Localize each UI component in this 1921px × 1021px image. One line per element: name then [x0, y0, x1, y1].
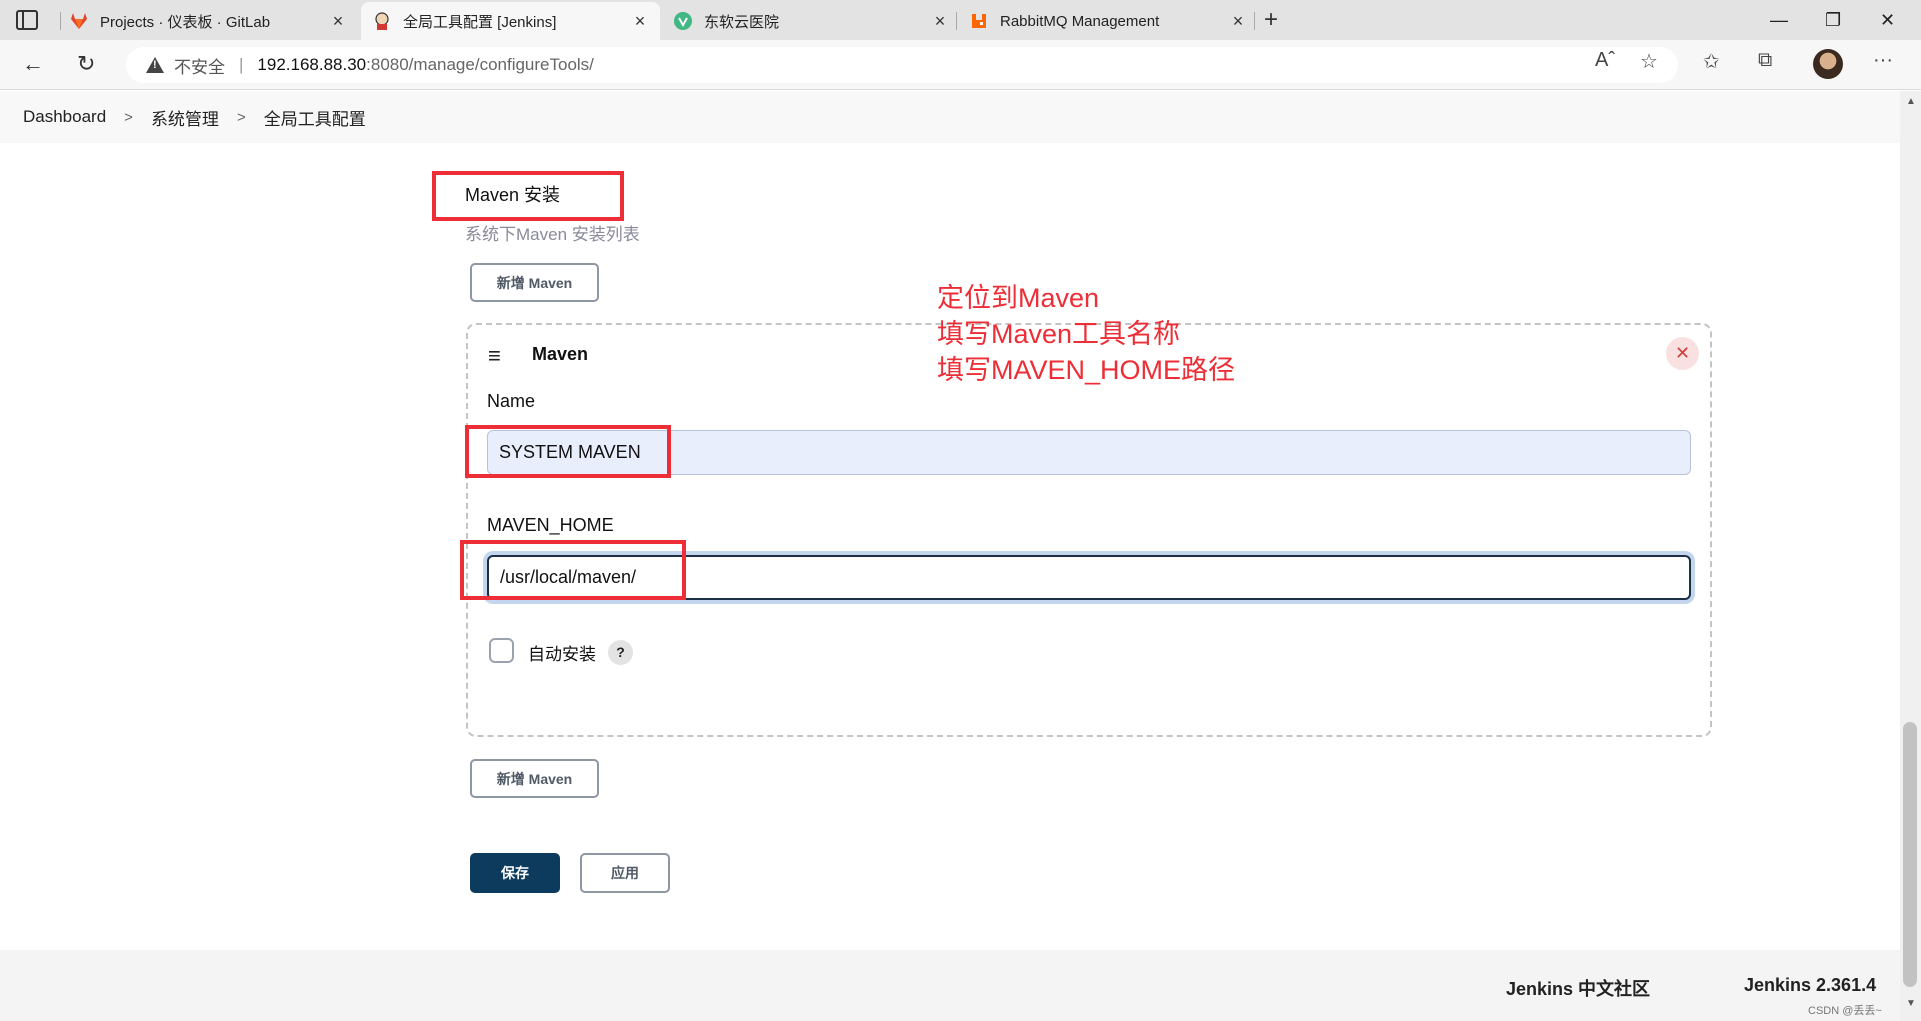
close-tab-icon[interactable]: × [632, 11, 648, 32]
annotation-text-line: 填写MAVEN_HOME路径 [937, 355, 1236, 385]
save-button[interactable]: 保存 [470, 853, 560, 893]
url-path: :8080/manage/configureTools/ [366, 55, 594, 74]
address-bar: ← ↻ 不安全 | 192.168.88.30:8080/manage/conf… [0, 40, 1921, 90]
tab-separator [956, 12, 957, 30]
annotation-box-name [465, 425, 671, 478]
gitlab-fox-icon [70, 12, 88, 30]
annotation-box-title [432, 171, 624, 221]
drag-handle-icon[interactable]: ≡ [488, 345, 501, 367]
more-options-icon[interactable]: ··· [1873, 49, 1893, 72]
add-maven-button-bottom[interactable]: 新增 Maven [470, 759, 599, 798]
help-icon[interactable]: ? [608, 640, 633, 665]
maven-home-label: MAVEN_HOME [487, 515, 614, 535]
chevron-right-icon: > [236, 108, 246, 126]
watermark: CSDN @丢丢~ [1808, 1005, 1882, 1017]
tab-label: 东软云医院 [704, 13, 780, 31]
browser-tab-bar: Projects · 仪表板 · GitLab × 全局工具配置 [Jenkin… [0, 0, 1921, 40]
annotation-text-line: 填写Maven工具名称 [937, 319, 1181, 349]
collections-icon[interactable]: ⧉ [1758, 49, 1772, 72]
version-link[interactable]: Jenkins 2.361.4 [1744, 975, 1876, 996]
url-separator: | [239, 55, 244, 74]
tab-label: Projects · 仪表板 · GitLab [100, 13, 271, 31]
url-field[interactable]: 不安全 | 192.168.88.30:8080/manage/configur… [126, 47, 1678, 83]
refresh-icon[interactable]: ↻ [77, 50, 95, 78]
close-tab-icon[interactable]: × [1230, 11, 1246, 32]
new-tab-icon[interactable]: + [1264, 6, 1278, 34]
favorites-icon[interactable]: ✩ [1703, 49, 1720, 74]
url-host: 192.168.88.30 [257, 55, 367, 74]
vue-logo-icon [674, 12, 692, 30]
name-label: Name [487, 391, 536, 411]
tab-rabbitmq[interactable]: RabbitMQ Management × [958, 2, 1258, 40]
restore-icon[interactable]: ❐ [1825, 6, 1841, 34]
tab-label: RabbitMQ Management [1000, 12, 1160, 30]
profile-avatar[interactable] [1813, 49, 1843, 79]
close-tab-icon[interactable]: × [330, 11, 346, 32]
maven-section-description: 系统下Maven 安装列表 [465, 225, 640, 244]
warning-icon [146, 57, 164, 73]
annotation-text-line: 定位到Maven [937, 283, 1100, 313]
add-favorite-icon[interactable]: ☆ [1640, 49, 1658, 74]
breadcrumb: Dashboard > 系统管理 > 全局工具配置 [0, 91, 1900, 143]
delete-installation-icon[interactable]: ✕ [1666, 337, 1699, 370]
chevron-right-icon: > [124, 108, 133, 126]
maven-card-title: Maven [532, 344, 589, 364]
read-aloud-icon[interactable]: Aˆ [1595, 49, 1615, 72]
tab-gitlab[interactable]: Projects · 仪表板 · GitLab × [58, 2, 358, 40]
apply-button[interactable]: 应用 [580, 853, 670, 893]
insecure-label: 不安全 [174, 57, 225, 77]
close-window-icon[interactable]: ✕ [1880, 6, 1895, 34]
add-maven-button[interactable]: 新增 Maven [470, 263, 599, 302]
scroll-down-icon[interactable]: ▼ [1906, 998, 1916, 1009]
close-tab-icon[interactable]: × [932, 11, 948, 32]
community-link[interactable]: Jenkins 中文社区 [1506, 975, 1650, 1001]
jenkins-butler-icon [373, 12, 391, 30]
annotation-box-home [460, 540, 686, 600]
tab-neusoft[interactable]: 东软云医院 × [662, 2, 960, 40]
tab-separator [1254, 12, 1255, 30]
scrollbar-thumb[interactable] [1903, 722, 1917, 987]
minimize-icon[interactable]: — [1770, 6, 1788, 34]
tab-actions-icon[interactable] [16, 10, 38, 30]
auto-install-label: 自动安装 [528, 645, 596, 664]
breadcrumb-dashboard[interactable]: Dashboard [23, 107, 106, 127]
rabbitmq-logo-icon [970, 12, 988, 30]
back-arrow-icon[interactable]: ← [22, 50, 44, 78]
tab-jenkins[interactable]: 全局工具配置 [Jenkins] × [361, 2, 660, 40]
breadcrumb-tools[interactable]: 全局工具配置 [264, 105, 366, 130]
scroll-up-icon[interactable]: ▲ [1906, 96, 1916, 107]
auto-install-checkbox[interactable] [489, 638, 514, 663]
tab-label: 全局工具配置 [Jenkins] [403, 13, 557, 31]
tab-separator [60, 12, 61, 30]
breadcrumb-manage[interactable]: 系统管理 [151, 105, 219, 130]
